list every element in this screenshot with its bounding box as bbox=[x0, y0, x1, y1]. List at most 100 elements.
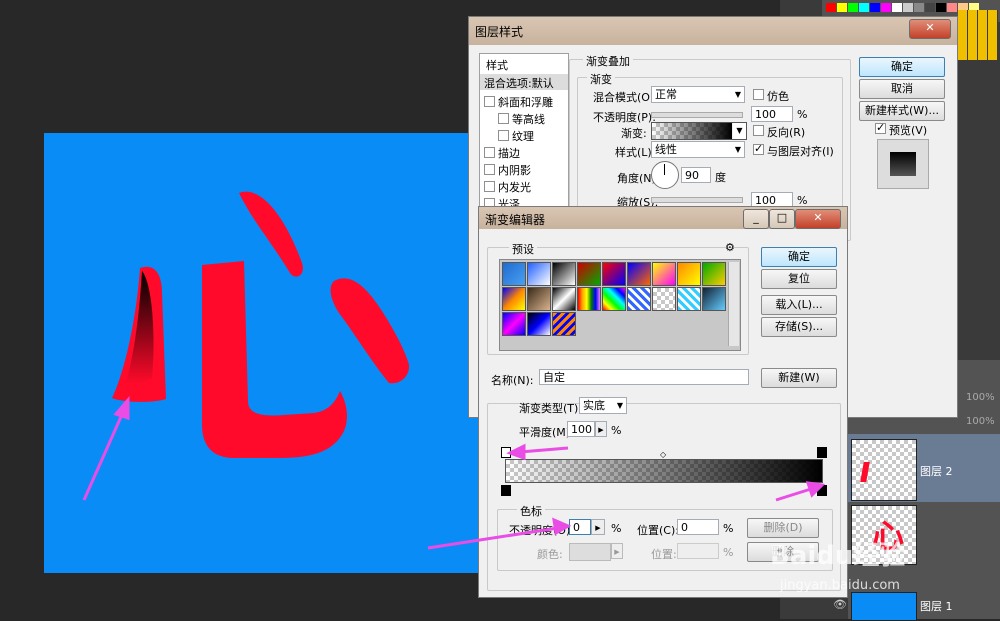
stop-opacity-label: 不透明度(O): bbox=[509, 524, 574, 537]
preset-12[interactable] bbox=[552, 287, 576, 311]
layer-style-titlebar[interactable]: 图层样式 ✕ bbox=[469, 17, 957, 45]
smoothness-stepper[interactable]: ▶ bbox=[595, 421, 607, 437]
preset-18[interactable] bbox=[702, 287, 726, 311]
layer-style-title: 图层样式 bbox=[475, 25, 524, 39]
preset-6[interactable] bbox=[627, 262, 651, 286]
layer-2-name: 图层 2 bbox=[920, 465, 953, 478]
preset-20[interactable] bbox=[527, 312, 551, 336]
style-item-blending[interactable]: 混合选项:默认 bbox=[480, 74, 568, 90]
contour-checkbox[interactable] bbox=[498, 113, 509, 124]
preset-5[interactable] bbox=[602, 262, 626, 286]
gradient-label: 渐变: bbox=[621, 127, 647, 140]
location-label: 位置(C): bbox=[637, 524, 679, 537]
stops-label: 色标 bbox=[517, 503, 545, 519]
preset-13[interactable] bbox=[577, 287, 601, 311]
preset-3[interactable] bbox=[552, 262, 576, 286]
preset-9[interactable] bbox=[702, 262, 726, 286]
gradient-picker[interactable]: ▼ bbox=[651, 122, 747, 140]
preset-8[interactable] bbox=[677, 262, 701, 286]
smoothness-label: 平滑度(M): bbox=[519, 426, 574, 439]
location-input[interactable]: 0 bbox=[677, 519, 719, 535]
stroke-checkbox[interactable] bbox=[484, 147, 495, 158]
name-label: 名称(N): bbox=[491, 374, 534, 387]
style-item-contour[interactable]: 等高线 bbox=[512, 111, 545, 127]
layer-1-name: 图层 1 bbox=[920, 600, 953, 613]
preset-1[interactable] bbox=[502, 262, 526, 286]
blend-mode-label: 混合模式(O): bbox=[593, 91, 658, 104]
type-select[interactable]: 实底 bbox=[579, 397, 627, 414]
texture-checkbox[interactable] bbox=[498, 130, 509, 141]
dither-label: 仿色 bbox=[767, 90, 789, 103]
angle-dial[interactable] bbox=[651, 161, 679, 189]
style-item-stroke[interactable]: 描边 bbox=[498, 145, 520, 161]
reverse-checkbox[interactable] bbox=[753, 125, 764, 136]
location2-input[interactable] bbox=[677, 543, 719, 559]
preset-19[interactable] bbox=[502, 312, 526, 336]
maximize-icon[interactable]: □ bbox=[769, 209, 795, 229]
blend-mode-select[interactable]: 正常 bbox=[651, 86, 745, 103]
reset-button[interactable]: 复位 bbox=[761, 269, 837, 289]
zoom-readout-1: 100% bbox=[966, 392, 995, 403]
preset-2[interactable] bbox=[527, 262, 551, 286]
dither-checkbox[interactable] bbox=[753, 89, 764, 100]
reverse-label: 反向(R) bbox=[767, 126, 806, 139]
preset-21[interactable] bbox=[552, 312, 576, 336]
preset-14[interactable] bbox=[602, 287, 626, 311]
name-input[interactable]: 自定 bbox=[539, 369, 749, 385]
angle-input[interactable]: 90 bbox=[681, 167, 711, 183]
stop-opacity-stepper[interactable]: ▶ bbox=[591, 519, 605, 535]
preset-4[interactable] bbox=[577, 262, 601, 286]
style-item-inner-glow[interactable]: 内发光 bbox=[498, 179, 531, 195]
inner-glow-checkbox[interactable] bbox=[484, 181, 495, 192]
opacity-input[interactable]: 100 bbox=[751, 106, 793, 122]
load-button[interactable]: 载入(L)... bbox=[761, 295, 837, 315]
color-stepper[interactable]: ▶ bbox=[611, 543, 623, 559]
preset-16[interactable] bbox=[652, 287, 676, 311]
stop-opacity-input[interactable]: 0 bbox=[569, 519, 591, 535]
close-icon[interactable]: ✕ bbox=[795, 209, 841, 229]
layer-style-cancel-button[interactable]: 取消 bbox=[859, 79, 945, 99]
new-gradient-button[interactable]: 新建(W) bbox=[761, 368, 837, 388]
minimize-icon[interactable]: _ bbox=[743, 209, 769, 229]
style-item-bevel[interactable]: 斜面和浮雕 bbox=[498, 94, 553, 110]
zoom-readout-2: 100% bbox=[966, 416, 995, 427]
preset-10[interactable] bbox=[502, 287, 526, 311]
scale-slider[interactable] bbox=[651, 197, 743, 203]
gradient-bar-fill bbox=[506, 460, 822, 482]
color-stop-left[interactable] bbox=[501, 485, 511, 496]
scrollbar[interactable] bbox=[728, 262, 739, 346]
opacity-label: 不透明度(P): bbox=[593, 111, 656, 124]
gradient-editor-titlebar[interactable]: 渐变编辑器 _ □ ✕ bbox=[479, 207, 847, 229]
heart-glyph-artwork bbox=[112, 191, 410, 458]
style-label: 样式(L): bbox=[615, 146, 656, 159]
opacity-stop-left[interactable] bbox=[501, 447, 511, 458]
preview-checkbox[interactable] bbox=[875, 121, 886, 134]
preset-7[interactable] bbox=[652, 262, 676, 286]
opacity-slider[interactable] bbox=[651, 112, 743, 118]
bevel-checkbox[interactable] bbox=[484, 96, 495, 107]
new-style-button[interactable]: 新建样式(W)... bbox=[859, 101, 945, 121]
section-title: 渐变叠加 bbox=[583, 53, 633, 69]
color-swatch[interactable] bbox=[569, 543, 611, 561]
gear-icon[interactable]: ⚙ bbox=[725, 241, 735, 254]
save-button[interactable]: 存储(S)... bbox=[761, 317, 837, 337]
style-select[interactable]: 线性 bbox=[651, 141, 745, 158]
opacity-stop-right[interactable] bbox=[817, 447, 827, 458]
style-item-inner-shadow[interactable]: 内阴影 bbox=[498, 162, 531, 178]
inner-shadow-checkbox[interactable] bbox=[484, 164, 495, 175]
document-canvas[interactable] bbox=[44, 133, 480, 573]
preset-17[interactable] bbox=[677, 287, 701, 311]
color-stop-right[interactable] bbox=[817, 485, 827, 496]
eye-icon[interactable]: 👁 bbox=[833, 598, 847, 611]
align-checkbox[interactable] bbox=[753, 142, 764, 155]
preset-11[interactable] bbox=[527, 287, 551, 311]
style-item-texture[interactable]: 纹理 bbox=[512, 128, 534, 144]
layer-style-ok-button[interactable]: 确定 bbox=[859, 57, 945, 77]
close-icon[interactable]: ✕ bbox=[909, 19, 951, 39]
midpoint-diamond-icon[interactable]: ◇ bbox=[660, 450, 666, 459]
smoothness-input[interactable]: 100 bbox=[567, 421, 595, 437]
preview-label: 预览(V) bbox=[889, 124, 928, 137]
styles-header: 样式 bbox=[486, 59, 508, 72]
gradient-ok-button[interactable]: 确定 bbox=[761, 247, 837, 267]
preset-15[interactable] bbox=[627, 287, 651, 311]
